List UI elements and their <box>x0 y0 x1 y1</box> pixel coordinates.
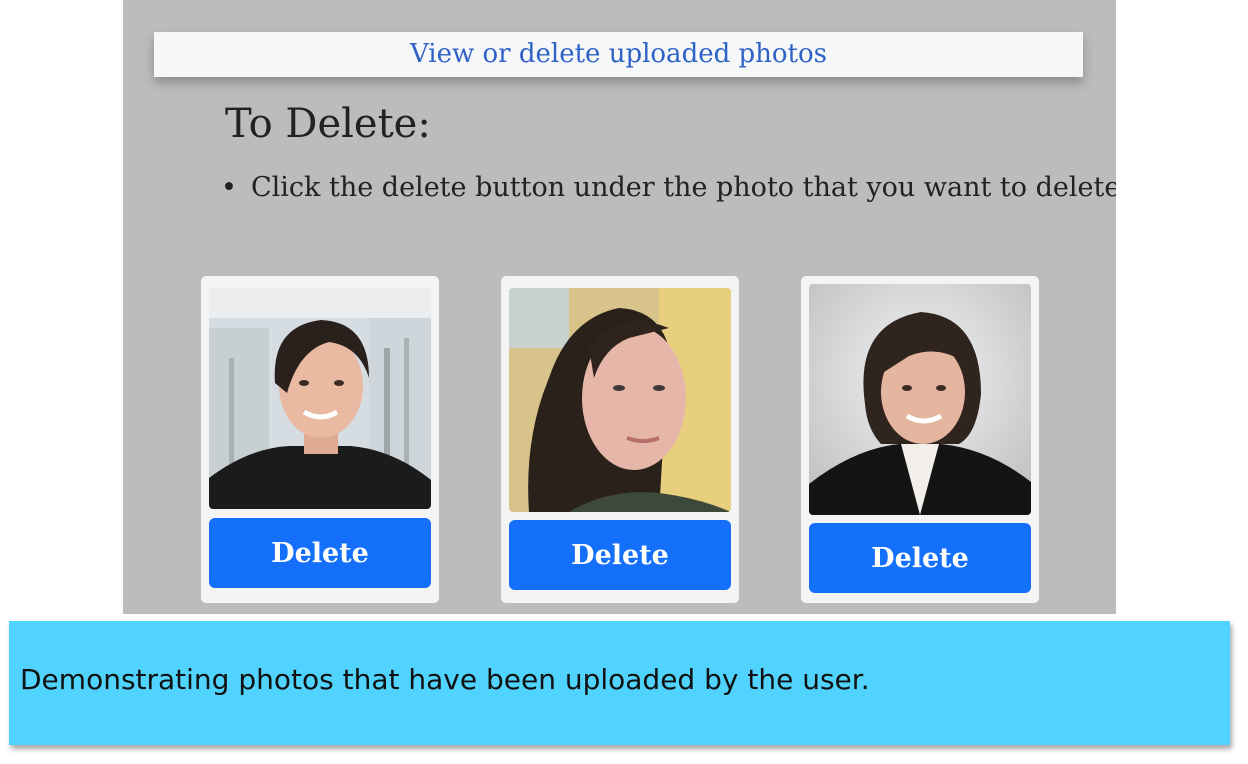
uploaded-photo-3 <box>809 284 1031 515</box>
caption-bar: Demonstrating photos that have been uplo… <box>9 621 1230 745</box>
to-delete-heading: To Delete: <box>225 101 431 147</box>
delete-button-3[interactable]: Delete <box>809 523 1031 593</box>
photo-card-2: Delete <box>501 276 739 603</box>
uploaded-photo-2 <box>509 288 731 512</box>
caption-text: Demonstrating photos that have been uplo… <box>20 663 870 696</box>
photo-card-3: Delete <box>801 276 1039 603</box>
photo-management-panel: View or delete uploaded photos To Delete… <box>123 0 1116 614</box>
instruction-item: Click the delete button under the photo … <box>221 172 1116 203</box>
instruction-list: Click the delete button under the photo … <box>221 172 1116 203</box>
delete-button-2[interactable]: Delete <box>509 520 731 590</box>
delete-button-1[interactable]: Delete <box>209 518 431 588</box>
photo-card-1: Delete <box>201 276 439 603</box>
view-delete-photos-link[interactable]: View or delete uploaded photos <box>154 32 1083 77</box>
uploaded-photo-1 <box>209 288 431 509</box>
